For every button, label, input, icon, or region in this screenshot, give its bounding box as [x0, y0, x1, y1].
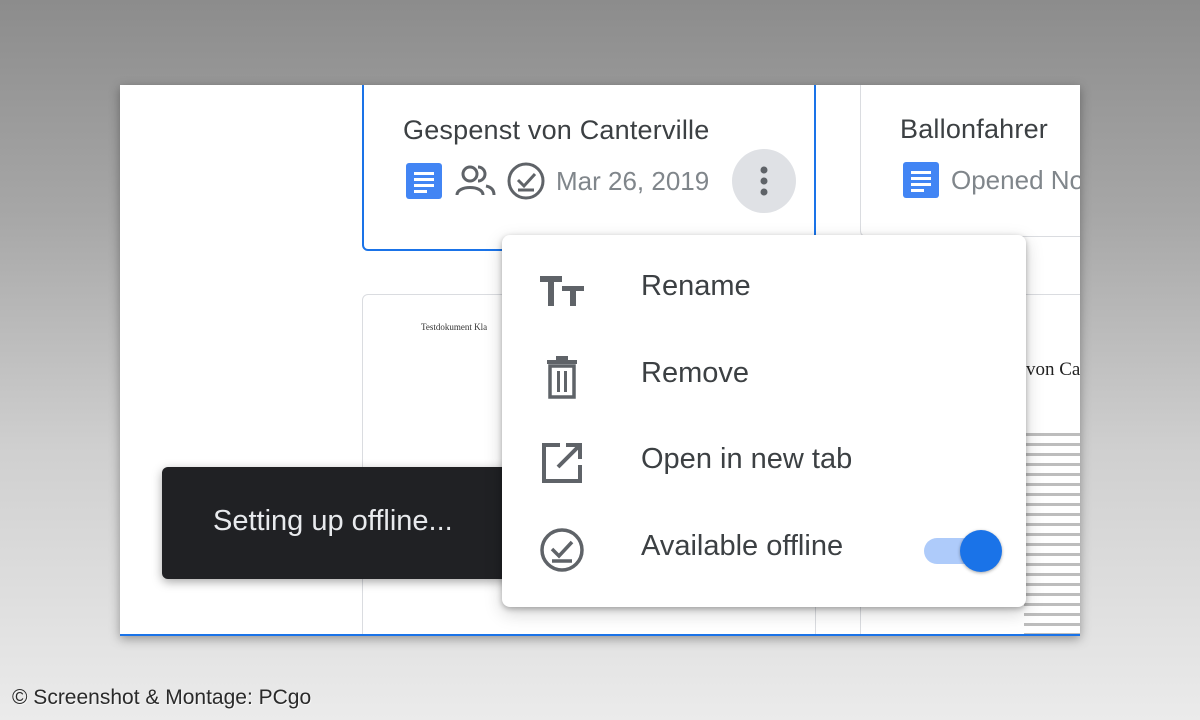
drive-screen: Gespenst von Canterville Mar 26, 2019 Ba… — [120, 85, 1080, 636]
image-credit: © Screenshot & Montage: PCgo — [12, 686, 312, 709]
menu-item-remove[interactable]: Remove — [502, 333, 1026, 419]
preview-heading: Testdokument Kla — [421, 322, 488, 332]
file-meta: Opened No — [901, 160, 1080, 200]
file-title: Ballonfahrer — [900, 114, 1048, 144]
menu-item-label: Available offline — [641, 530, 844, 562]
file-title: Gespenst von Canterville — [403, 115, 710, 145]
snackbar: Setting up offline... — [162, 467, 522, 579]
more-actions-button[interactable] — [732, 149, 796, 213]
google-docs-icon — [903, 162, 939, 198]
menu-item-label: Remove — [641, 357, 749, 389]
offline-check-icon — [540, 528, 584, 572]
more-vert-icon — [760, 166, 768, 196]
file-card-ballonfahrer[interactable]: Ballonfahrer Opened No — [860, 85, 1080, 237]
menu-item-label: Open in new tab — [641, 443, 853, 475]
offline-toggle[interactable] — [920, 528, 1004, 572]
toggle-knob — [960, 530, 1002, 572]
preview-heading: von Ca — [1026, 359, 1080, 380]
file-date: Mar 26, 2019 — [556, 165, 710, 196]
preview-text-lines — [1024, 543, 1080, 634]
snackbar-message: Setting up offline... — [213, 505, 453, 537]
menu-item-available-offline[interactable]: Available offline — [502, 506, 1026, 592]
trash-icon — [547, 356, 577, 399]
offline-check-icon — [507, 162, 545, 200]
menu-item-open-in-new-tab[interactable]: Open in new tab — [502, 419, 1026, 505]
text-format-icon — [540, 276, 584, 306]
menu-item-label: Rename — [641, 270, 751, 302]
shared-people-icon — [455, 165, 496, 196]
google-docs-icon — [406, 163, 442, 199]
file-meta: Mar 26, 2019 — [404, 161, 709, 201]
open-in-new-icon — [542, 443, 582, 483]
file-card-gespenst[interactable]: Gespenst von Canterville Mar 26, 2019 — [362, 85, 816, 251]
file-opened-date: Opened No — [951, 164, 1080, 195]
context-menu: Rename Remove Open in new tab Available … — [502, 235, 1026, 607]
menu-item-rename[interactable]: Rename — [502, 246, 1026, 332]
